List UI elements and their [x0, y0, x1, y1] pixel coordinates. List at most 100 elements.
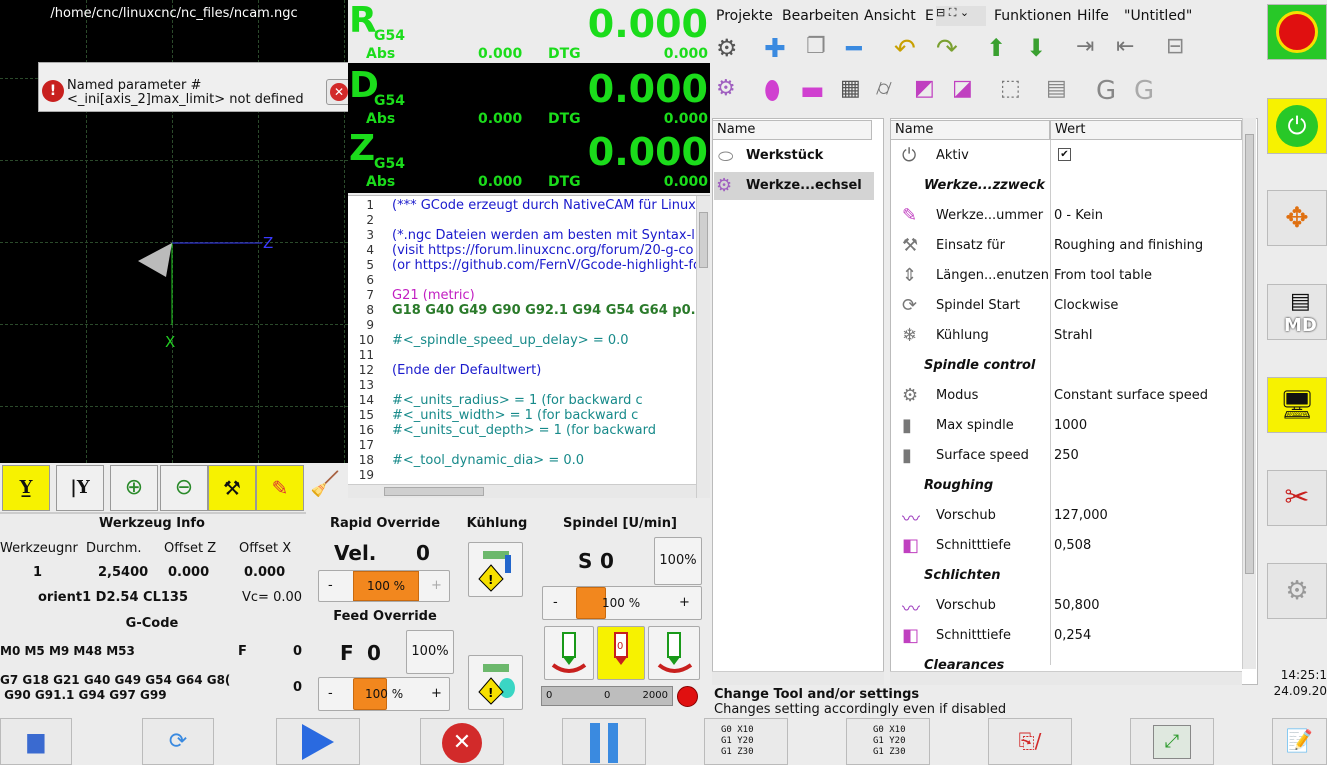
tree-header[interactable]: Name: [712, 120, 872, 140]
gcode-line[interactable]: #<_units_width> = 1 (for backward c: [392, 408, 638, 423]
pattern-icon[interactable]: ▦: [840, 76, 874, 110]
gcode-line[interactable]: #<_tool_dynamic_dia> = 0.0: [392, 453, 584, 468]
edit-path-button[interactable]: ✎: [256, 465, 304, 511]
move-up-icon[interactable]: ⬆: [986, 34, 1020, 68]
open-file-button[interactable]: ▆: [0, 718, 72, 765]
prop-row[interactable]: ❄ Kühlung Strahl: [894, 321, 1240, 351]
menu-bearbeiten[interactable]: Bearbeiten: [782, 8, 859, 24]
project-tree[interactable]: [712, 118, 884, 685]
select-icon[interactable]: ⬚: [1000, 76, 1034, 110]
menu-ansicht[interactable]: Ansicht: [864, 8, 916, 24]
zoom-in-button[interactable]: ⊕: [110, 465, 158, 511]
gcode-g2-icon[interactable]: G: [1134, 76, 1168, 110]
cylinder-icon[interactable]: ⌭: [876, 76, 910, 110]
gcode-line[interactable]: (visit https://forum.linuxcnc.org/forum/…: [392, 243, 693, 258]
prop-hscrollbar[interactable]: [890, 671, 1242, 685]
gcode-line[interactable]: (*.ngc Dateien werden am besten mit Synt…: [392, 228, 695, 243]
estop-button[interactable]: [1267, 4, 1327, 60]
menu-funktionen[interactable]: Funktionen: [994, 8, 1071, 24]
gcode-line[interactable]: (*** GCode erzeugt durch NativeCAM für L…: [392, 198, 696, 213]
prop-row[interactable]: 〰 Vorschub 50,800: [894, 591, 1240, 621]
add-icon[interactable]: ✚: [764, 34, 798, 68]
spindle-stop-button[interactable]: 0: [597, 626, 645, 680]
feed-override-slider[interactable]: - 100 % +: [318, 677, 450, 711]
manual-mode-button[interactable]: ✥: [1267, 190, 1327, 246]
prop-row[interactable]: ◧ Schnitttiefe 0,254: [894, 621, 1240, 651]
prop-value[interactable]: Clockwise: [1054, 298, 1118, 313]
view-y-rotated-button[interactable]: |Y: [56, 465, 104, 511]
stop-program-button[interactable]: ✕: [420, 718, 504, 765]
fullscreen-button[interactable]: ⤢: [1130, 718, 1214, 765]
edit-file-button[interactable]: 📝: [1272, 718, 1327, 765]
thread-icon[interactable]: ▤: [1046, 76, 1080, 110]
prop-row[interactable]: ⇕ Längen...enutzen From tool table: [894, 261, 1240, 291]
gcode-line[interactable]: G18 G40 G49 G90 G92.1 G94 G54 G64 p0.001: [392, 303, 710, 318]
outdent-icon[interactable]: ⇤: [1116, 34, 1150, 68]
mdi-mode-button[interactable]: MD ▤: [1267, 284, 1327, 340]
optional-stop-button[interactable]: ⎘/: [988, 718, 1072, 765]
prop-value[interactable]: 50,800: [1054, 598, 1100, 613]
step-button[interactable]: G0 X10 G1 Y20 G1 Z30: [846, 718, 930, 765]
code-hscrollbar[interactable]: [348, 484, 696, 498]
gcode-line[interactable]: #<_units_radius> = 1 (for backward c: [392, 393, 643, 408]
prop-row[interactable]: ⟳ Spindel Start Clockwise: [894, 291, 1240, 321]
prop-value[interactable]: 250: [1054, 448, 1079, 463]
run-program-button[interactable]: [276, 718, 360, 765]
coolant-flood-button[interactable]: !: [468, 542, 523, 597]
reload-button[interactable]: ⟳: [142, 718, 214, 765]
gcode-line[interactable]: (or https://github.com/FernV/Gcode-highl…: [392, 258, 701, 273]
gcode-editor[interactable]: 1 (*** GCode erzeugt durch NativeCAM für …: [348, 195, 710, 498]
move-down-icon[interactable]: ⬇: [1026, 34, 1060, 68]
pause-program-button[interactable]: [562, 718, 646, 765]
prop-row[interactable]: 〰 Vorschub 127,000: [894, 501, 1240, 531]
spindle-reset-button[interactable]: 100%: [654, 537, 702, 585]
settings-gear-icon[interactable]: ⚙: [716, 34, 750, 68]
code-vscrollbar[interactable]: [696, 196, 710, 498]
prop-vscrollbar[interactable]: [1242, 118, 1256, 669]
prop-header-value[interactable]: Wert: [1050, 120, 1242, 140]
rapid-override-slider[interactable]: - 100 % +: [318, 570, 450, 602]
ellipse-icon[interactable]: ⬮: [764, 76, 798, 110]
prop-value[interactable]: Roughing and finishing: [1054, 238, 1203, 253]
window-controls-icon[interactable]: ⊟ ⛶ ⌄: [936, 6, 986, 26]
prop-value[interactable]: 0,254: [1054, 628, 1091, 643]
prop-row[interactable]: ⏻ Aktiv ✔: [894, 141, 1240, 171]
menu-hilfe[interactable]: Hilfe: [1077, 8, 1109, 24]
run-from-line-button[interactable]: G0 X10 G1 Y20 G1 Z30: [704, 718, 788, 765]
gcode-line[interactable]: #<_units_cut_depth> = 1 (for backward: [392, 423, 656, 438]
tree-hscrollbar[interactable]: [712, 671, 884, 685]
prop-row[interactable]: ▮ Max spindle 1000: [894, 411, 1240, 441]
prop-value[interactable]: Constant surface speed: [1054, 388, 1208, 403]
settings-tools-button[interactable]: ✂: [1267, 470, 1327, 526]
redo-icon[interactable]: ↷: [936, 34, 970, 68]
menu-projekte[interactable]: Projekte: [716, 8, 773, 24]
profile-icon[interactable]: ◩: [914, 76, 948, 110]
prop-value[interactable]: Strahl: [1054, 328, 1093, 343]
tree-item-workpiece[interactable]: ⬭ Werkstück: [716, 144, 876, 170]
menu-e[interactable]: E: [925, 8, 934, 24]
rapid-override-value[interactable]: 100 %: [353, 571, 419, 601]
clear-plot-broom-icon[interactable]: 🧹: [310, 470, 340, 498]
rect-icon[interactable]: ▬: [800, 76, 834, 110]
prop-value[interactable]: 0 - Kein: [1054, 208, 1103, 223]
prop-header-name[interactable]: Name: [890, 120, 1050, 140]
collapse-icon[interactable]: ⊟: [1166, 34, 1200, 68]
gcode-g-icon[interactable]: G: [1096, 76, 1130, 110]
prop-row[interactable]: ✎ Werkze...ummer 0 - Kein: [894, 201, 1240, 231]
groove-icon[interactable]: ◪: [952, 76, 986, 110]
tool-view-button[interactable]: ⚒: [208, 465, 256, 511]
zoom-out-button[interactable]: ⊖: [160, 465, 208, 511]
user-tabs-button[interactable]: ⚙: [1267, 563, 1327, 619]
spindle-override-slider[interactable]: - 100 % +: [542, 586, 702, 620]
duplicate-icon[interactable]: ❐: [806, 34, 840, 68]
remove-icon[interactable]: ━: [846, 34, 880, 68]
prop-row[interactable]: ⚙ Modus Constant surface speed: [894, 381, 1240, 411]
prop-value[interactable]: 1000: [1054, 418, 1087, 433]
prop-row[interactable]: ⚒ Einsatz für Roughing and finishing: [894, 231, 1240, 261]
prop-value[interactable]: From tool table: [1054, 268, 1152, 283]
indent-icon[interactable]: ⇥: [1076, 34, 1110, 68]
gcode-line[interactable]: #<_spindle_speed_up_delay> = 0.0: [392, 333, 629, 348]
coolant-mist-button[interactable]: !: [468, 655, 523, 710]
spindle-cw-button[interactable]: [648, 626, 700, 680]
view-y-button[interactable]: Y̲: [2, 465, 50, 511]
